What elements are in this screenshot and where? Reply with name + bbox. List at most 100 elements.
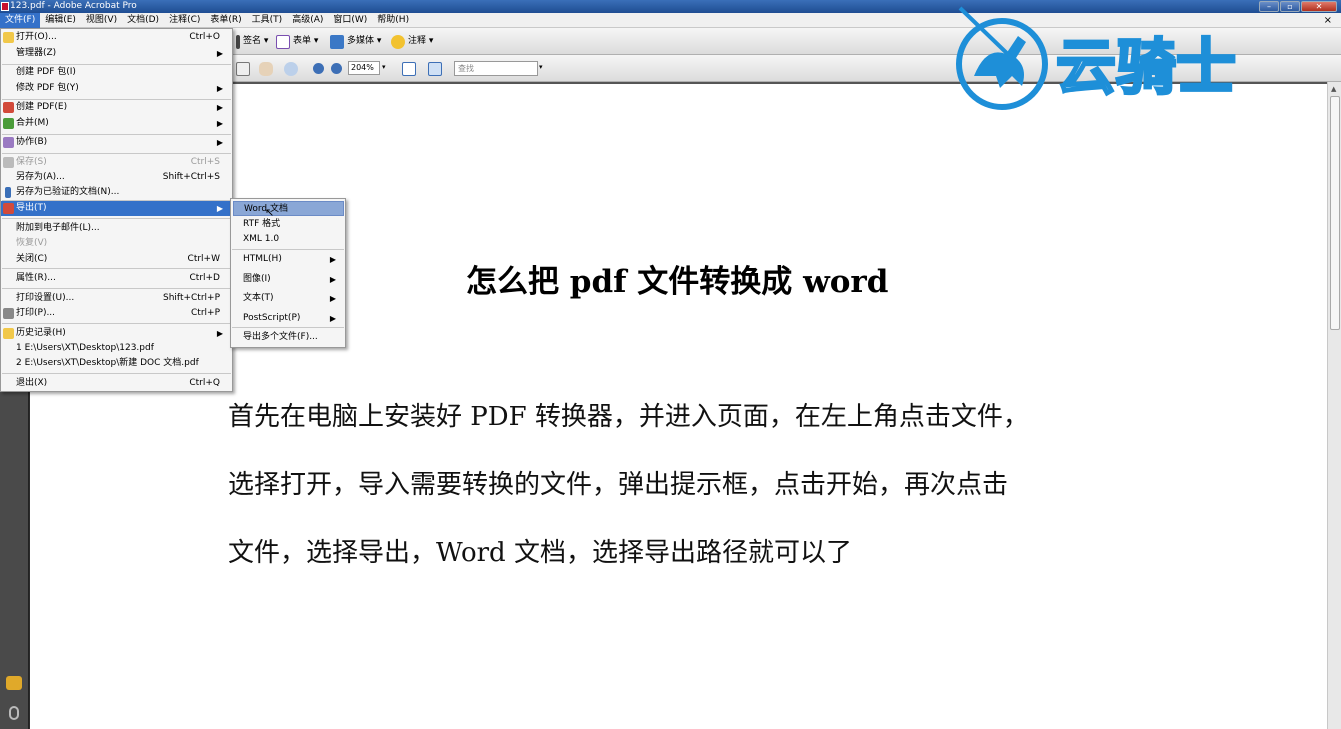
submenu-arrow-icon: ▶ xyxy=(216,119,223,128)
submenu-arrow-icon: ▶ xyxy=(216,329,223,338)
menu-item-print[interactable]: 打印(P)... Ctrl+P xyxy=(1,306,232,321)
film-icon xyxy=(330,34,344,49)
sign-tool[interactable]: 签名 ▾ xyxy=(236,34,268,49)
menu-item-save[interactable]: 保存(S) Ctrl+S xyxy=(1,155,232,170)
menu-item-recent-file-1[interactable]: 1 E:\Users\XT\Desktop\123.pdf xyxy=(1,341,232,356)
menu-tools[interactable]: 工具(T) xyxy=(247,13,288,28)
mouse-pointer-icon: ↖ xyxy=(265,206,275,219)
forms-label: 表单 ▾ xyxy=(293,36,319,46)
zoom-dropdown-arrow[interactable]: ▾ xyxy=(382,63,386,71)
comment-tool[interactable]: 注释 ▾ xyxy=(391,34,433,49)
submenu-arrow-icon: ▶ xyxy=(216,204,223,213)
menu-view[interactable]: 视图(V) xyxy=(81,13,122,28)
menu-item-open[interactable]: 打开(O)... Ctrl+O xyxy=(1,30,232,45)
folder-open-icon xyxy=(3,32,14,43)
submenu-arrow-icon: ▶ xyxy=(329,314,336,323)
vertical-scrollbar[interactable]: ▲ xyxy=(1327,82,1341,729)
menu-separator xyxy=(232,249,344,250)
attachments-paperclip-icon[interactable] xyxy=(9,706,19,720)
submenu-arrow-icon: ▶ xyxy=(329,294,336,303)
menu-item-organizer[interactable]: 管理器(Z) ▶ xyxy=(1,46,232,61)
menu-item-print-label: 打印(P)... xyxy=(16,308,56,318)
sign-label: 签名 ▾ xyxy=(243,36,269,46)
zoom-tool[interactable] xyxy=(284,61,298,76)
menu-item-save-as-label: 另存为(A)... xyxy=(16,172,65,182)
menu-item-exit[interactable]: 退出(X) Ctrl+Q xyxy=(1,376,232,391)
menu-item-modify-pdf-package[interactable]: 修改 PDF 包(Y) ▶ xyxy=(1,81,232,96)
export-rtf-format-label: RTF 格式 xyxy=(243,219,281,229)
comments-panel-icon[interactable] xyxy=(6,676,22,690)
export-html[interactable]: HTML(H) ▶ xyxy=(231,252,345,267)
menu-item-combine[interactable]: 合并(M) ▶ xyxy=(1,116,232,131)
menu-item-exit-label: 退出(X) xyxy=(16,378,48,388)
menu-separator xyxy=(2,373,231,374)
menu-item-close[interactable]: 关闭(C) Ctrl+W xyxy=(1,252,232,267)
menu-item-attach-email[interactable]: 附加到电子邮件(L)... xyxy=(1,221,232,236)
zoom-in-icon xyxy=(331,63,342,74)
scroll-up-arrow-icon[interactable]: ▲ xyxy=(1331,85,1336,93)
multimedia-tool[interactable]: 多媒体 ▾ xyxy=(330,34,381,49)
forms-tool[interactable]: 表单 ▾ xyxy=(276,34,318,49)
certificate-ribbon-icon xyxy=(5,187,11,198)
menu-document[interactable]: 文档(D) xyxy=(122,13,164,28)
menu-forms[interactable]: 表单(R) xyxy=(205,13,246,28)
create-pdf-icon xyxy=(3,102,14,113)
submenu-arrow-icon: ▶ xyxy=(216,84,223,93)
menu-separator xyxy=(2,218,231,219)
menu-item-create-pdf[interactable]: 创建 PDF(E) ▶ xyxy=(1,100,232,115)
menu-item-recent-file-2[interactable]: 2 E:\Users\XT\Desktop\新建 DOC 文档.pdf xyxy=(1,356,232,371)
menu-item-save-as-shortcut: Shift+Ctrl+S xyxy=(162,172,220,182)
menu-item-export-label: 导出(T) xyxy=(16,203,47,213)
menu-file[interactable]: 文件(F) xyxy=(0,12,41,28)
select-tool[interactable] xyxy=(236,61,250,76)
menu-item-collaborate[interactable]: 协作(B) ▶ xyxy=(1,135,232,150)
zoom-out-button[interactable] xyxy=(313,61,324,76)
menu-item-export[interactable]: 导出(T) ▶ xyxy=(1,201,232,216)
zoom-level-input[interactable]: 204% xyxy=(348,61,380,75)
menu-item-save-as[interactable]: 另存为(A)... Shift+Ctrl+S xyxy=(1,170,232,185)
menu-item-modify-pdf-package-label: 修改 PDF 包(Y) xyxy=(16,83,79,93)
export-rtf-format[interactable]: RTF 格式 xyxy=(231,217,345,232)
fit-width-button[interactable] xyxy=(402,61,416,76)
menu-edit[interactable]: 编辑(E) xyxy=(40,13,81,28)
menu-item-save-certified[interactable]: 另存为已验证的文档(N)... xyxy=(1,185,232,200)
menu-separator xyxy=(2,288,231,289)
document-line-1: 首先在电脑上安装好 PDF 转换器，并进入页面，在左上角点击文件， xyxy=(228,402,1029,432)
hand-tool[interactable] xyxy=(259,61,273,76)
export-xml-label: XML 1.0 xyxy=(243,234,280,244)
search-dropdown-arrow[interactable]: ▾ xyxy=(539,63,543,71)
menu-item-create-pdf-package[interactable]: 创建 PDF 包(I) xyxy=(1,65,232,80)
submenu-arrow-icon: ▶ xyxy=(216,49,223,58)
menu-item-recent-file-2-label: 2 E:\Users\XT\Desktop\新建 DOC 文档.pdf xyxy=(16,358,199,368)
zoom-in-button[interactable] xyxy=(331,61,342,76)
close-window-button[interactable]: ✕ xyxy=(1301,1,1337,12)
menu-item-properties[interactable]: 属性(R)... Ctrl+D xyxy=(1,271,232,286)
menu-item-combine-label: 合并(M) xyxy=(16,118,49,128)
comment-label: 注释 ▾ xyxy=(408,36,434,46)
export-postscript[interactable]: PostScript(P) ▶ xyxy=(231,311,345,326)
export-xml[interactable]: XML 1.0 xyxy=(231,232,345,247)
fit-width-icon xyxy=(402,61,416,76)
fit-page-button[interactable] xyxy=(428,61,442,76)
search-input[interactable]: 查找 xyxy=(454,61,538,76)
submenu-arrow-icon: ▶ xyxy=(329,255,336,264)
menu-advanced[interactable]: 高级(A) xyxy=(287,13,328,28)
menu-item-open-label: 打开(O)... xyxy=(16,32,57,42)
menu-help[interactable]: 帮助(H) xyxy=(372,13,414,28)
menu-item-save-shortcut: Ctrl+S xyxy=(190,157,220,167)
menu-item-attach-email-label: 附加到电子邮件(L)... xyxy=(16,223,100,233)
menu-item-history[interactable]: 历史记录(H) ▶ xyxy=(1,326,232,341)
export-text[interactable]: 文本(T) ▶ xyxy=(231,291,345,306)
menu-item-print-setup[interactable]: 打印设置(U)... Shift+Ctrl+P xyxy=(1,291,232,306)
export-multiple-files[interactable]: 导出多个文件(F)... xyxy=(231,330,345,345)
watermark-text: 云骑士 xyxy=(1056,33,1236,103)
document-close-button[interactable]: × xyxy=(1324,13,1332,28)
menu-comments[interactable]: 注释(C) xyxy=(164,13,205,28)
export-image[interactable]: 图像(I) ▶ xyxy=(231,272,345,287)
menu-item-revert[interactable]: 恢复(V) xyxy=(1,236,232,251)
scrollbar-thumb[interactable] xyxy=(1330,96,1340,330)
menu-window[interactable]: 窗口(W) xyxy=(328,13,372,28)
zoom-out-icon xyxy=(313,63,324,74)
menu-item-recent-file-1-label: 1 E:\Users\XT\Desktop\123.pdf xyxy=(16,343,154,353)
export-word-document[interactable]: Word 文档 xyxy=(233,201,344,216)
